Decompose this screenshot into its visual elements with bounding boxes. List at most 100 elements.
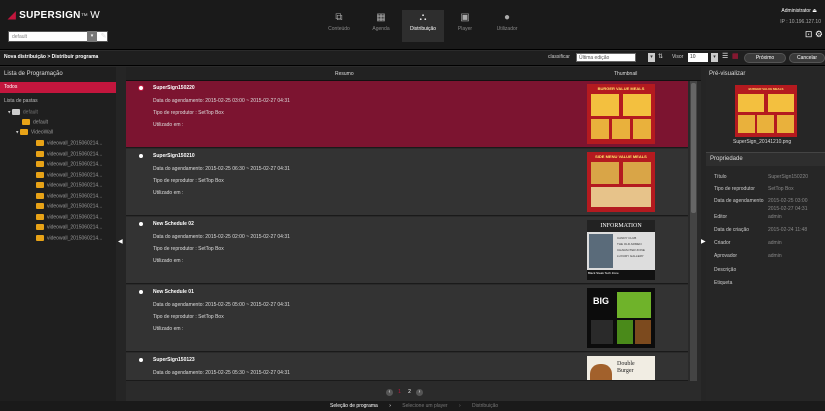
row-date: Data do agendamento: 2015-02-25 05:30 ~ …: [153, 370, 290, 376]
user-name[interactable]: Administrator ⏏: [781, 8, 817, 14]
nav-schedule[interactable]: ▦ Agenda: [360, 10, 402, 42]
properties-title: Propriedade: [710, 156, 743, 162]
table-row[interactable]: New Schedule 01 Data do agendamento: 201…: [126, 285, 688, 352]
sort-order-icon[interactable]: ⇅: [658, 53, 663, 60]
step-program[interactable]: Seleção de programa: [330, 403, 378, 409]
next-button[interactable]: Próximo: [744, 53, 786, 63]
tree-root[interactable]: ▾ default: [8, 109, 38, 115]
folder-icon: [36, 224, 44, 230]
chevron-right-icon: ›: [389, 403, 391, 409]
radio-icon[interactable]: [139, 290, 143, 294]
logout-icon[interactable]: ⏏: [812, 8, 817, 14]
tree-item-label: videowall_2015060214...: [47, 192, 103, 199]
radio-icon[interactable]: [139, 154, 143, 158]
property-value: 2015-02-24 11:48: [768, 227, 808, 233]
tree-item[interactable]: videowall_2015060214...: [36, 224, 102, 230]
folder-icon: [36, 171, 44, 178]
folder-icon: [36, 150, 44, 157]
chevron-down-icon[interactable]: ▾: [87, 31, 97, 42]
step-player[interactable]: Selecione um player: [402, 403, 447, 409]
nav-user[interactable]: ● Utilizador: [486, 10, 528, 42]
preview-title: Pré-visualizar: [709, 71, 746, 77]
row-title: SuperSign150123: [153, 357, 195, 363]
row-type: Tipo de reprodutor : SetTop Box: [153, 110, 224, 116]
list-view-icon[interactable]: ☰: [722, 52, 728, 60]
page-1[interactable]: 1: [396, 389, 403, 396]
tree-item[interactable]: videowall_2015060214...: [36, 161, 102, 167]
table-row[interactable]: SuperSign150210 Data do agendamento: 201…: [126, 149, 688, 216]
property-value: SuperSign150220: [768, 174, 809, 180]
row-title: New Schedule 01: [153, 289, 194, 295]
tree-item-label: videowall_2015060214...: [47, 171, 103, 178]
nav-distribution[interactable]: ⛬ Distribuição: [402, 10, 444, 42]
prev-page-icon[interactable]: ‹: [386, 389, 393, 396]
chevron-down-icon[interactable]: ▾: [648, 53, 655, 62]
tree-default[interactable]: default: [22, 119, 48, 125]
cancel-button[interactable]: Cancelar: [789, 53, 825, 63]
grid-view-icon[interactable]: ▦: [732, 52, 739, 60]
folder-icon: [36, 213, 44, 220]
folder-icon: [19, 129, 28, 135]
tree-item[interactable]: videowall_2015060214...: [36, 203, 102, 209]
sort-select[interactable]: Última edição: [576, 53, 636, 62]
table-row[interactable]: New Schedule 02 Data do agendamento: 201…: [126, 217, 688, 284]
column-summary: Resumo: [335, 71, 354, 77]
chevron-left-icon: ◀: [118, 239, 123, 245]
left-panel-title: Lista de Programação: [4, 71, 63, 77]
folder-icon: [36, 203, 44, 209]
radio-icon[interactable]: [139, 358, 143, 362]
tree-item[interactable]: videowall_2015060214...: [36, 150, 102, 157]
view-count-select[interactable]: 10: [688, 53, 708, 62]
nav-player[interactable]: ▣ Player: [444, 10, 486, 42]
left-collapse-handle[interactable]: ◀: [116, 67, 126, 401]
property-key: Tipo de reprodutor: [714, 186, 755, 192]
property-value: admin: [768, 214, 782, 220]
next-page-icon[interactable]: ›: [416, 389, 423, 396]
radio-icon[interactable]: [139, 86, 143, 90]
page-2[interactable]: 2: [406, 389, 413, 396]
tree-item[interactable]: videowall_2015060214...: [36, 171, 103, 178]
radio-icon[interactable]: [139, 222, 143, 226]
tree-item[interactable]: videowall_2015060214...: [36, 182, 102, 188]
tree-item[interactable]: videowall_2015060214...: [36, 192, 103, 199]
monitor-icon[interactable]: ⊡: [805, 29, 813, 39]
row-type: Tipo de reprodutor : SetTop Box: [153, 246, 224, 252]
scrollbar-thumb[interactable]: [691, 83, 696, 213]
table-row[interactable]: SuperSign150220 Data do agendamento: 201…: [126, 81, 688, 148]
folder-icon: [36, 140, 44, 146]
chevron-down-icon[interactable]: ▾: [711, 53, 718, 62]
thumbnail-image: BURGER VALUE MEALS: [587, 84, 655, 144]
thumbnail-image: INFORMATION CANDY CLUB THE OLD ARMEN CHARA…: [587, 220, 655, 280]
property-key: Data de agendamento: [714, 198, 764, 204]
property-value: 2015-02-25 03:00: [768, 198, 808, 204]
gear-icon[interactable]: ⚙: [815, 29, 823, 39]
tree-item[interactable]: videowall_2015060214...: [36, 213, 103, 220]
property-value: SetTop Box: [768, 186, 794, 192]
view-label: Visor: [672, 54, 684, 60]
distribution-icon: ⛬: [419, 12, 427, 23]
row-type: Tipo de reprodutor : SetTop Box: [153, 314, 224, 320]
chevron-right-icon: ▶: [701, 239, 706, 245]
thumbnail-image: Double Burger: [587, 356, 655, 380]
row-used: Utilizado em :: [153, 326, 184, 332]
tree-videowall[interactable]: ▾ VideoWall: [16, 129, 53, 135]
tree-item-label: videowall_2015060214...: [47, 203, 103, 210]
row-used: Utilizado em :: [153, 122, 184, 128]
tree-item[interactable]: videowall_2015060214...: [36, 140, 102, 146]
edit-icon[interactable]: ✎: [99, 31, 108, 42]
row-date: Data do agendamento: 2015-02-25 02:00 ~ …: [153, 234, 290, 240]
table-row[interactable]: SuperSign150123 Data do agendamento: 201…: [126, 353, 688, 381]
nav-content[interactable]: ⧉ Conteúdo: [318, 10, 360, 42]
row-date: Data do agendamento: 2015-02-25 03:00 ~ …: [153, 98, 290, 104]
folder-icon: [36, 192, 44, 199]
row-title: SuperSign150210: [153, 153, 195, 159]
tree-item-label: videowall_2015060214...: [47, 234, 103, 241]
tree-item-label: videowall_2015060214...: [47, 213, 103, 220]
property-key: Criador: [714, 240, 731, 246]
thumbnail-image: SIDE MENU VALUE MEALS: [587, 152, 655, 212]
calendar-icon: ▦: [376, 12, 386, 23]
tree-item[interactable]: videowall_2015060214...: [36, 234, 103, 241]
filter-all[interactable]: Todos: [0, 82, 116, 93]
step-distribution[interactable]: Distribuição: [472, 403, 498, 409]
steps: Seleção de programa › Selecione um playe…: [330, 403, 498, 409]
